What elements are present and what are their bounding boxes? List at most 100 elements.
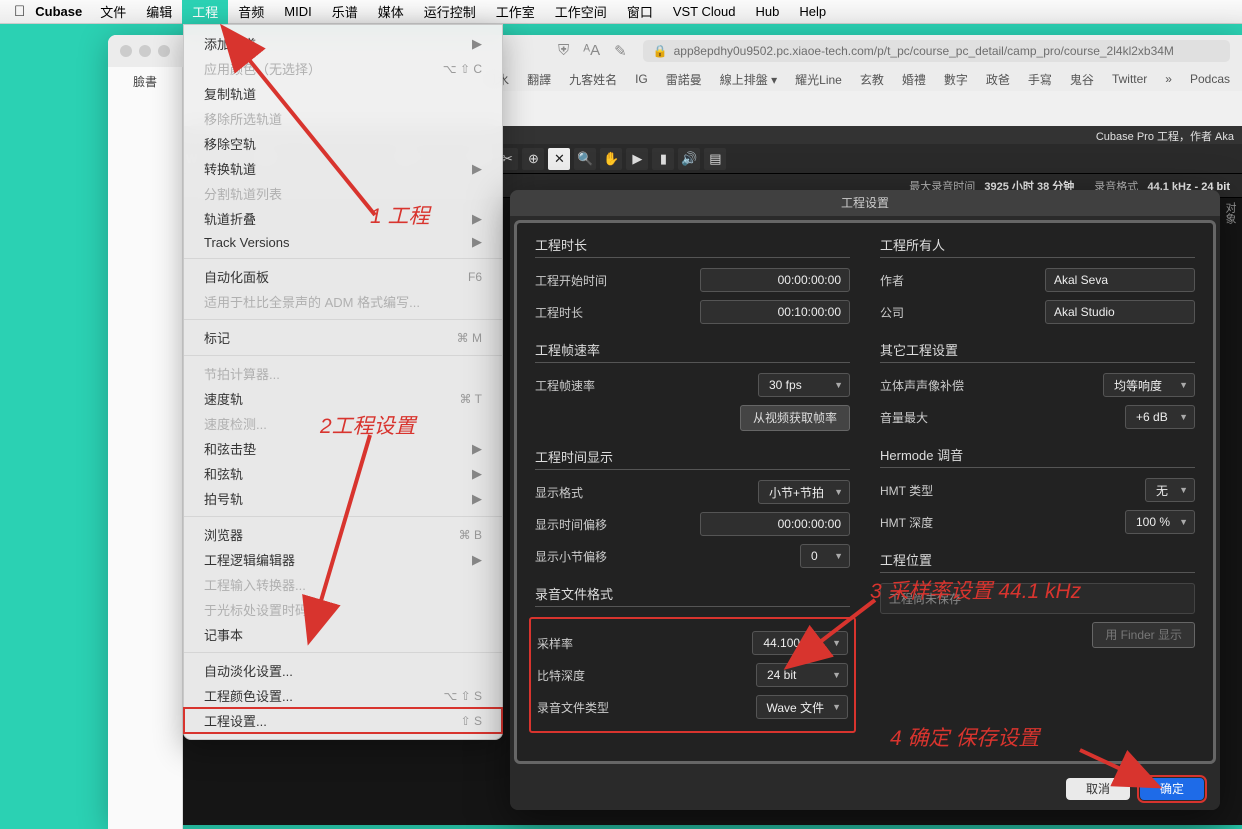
hmt-depth-select[interactable]: 100 %▼ (1125, 510, 1195, 534)
menu-file[interactable]: 文件 (90, 0, 136, 25)
zoom-tool-icon[interactable]: 🔍 (574, 148, 596, 170)
app-name[interactable]: Cubase (35, 4, 82, 19)
annotation-2: 2工程设置 (320, 410, 416, 440)
dialog-footer: 取消 确定 (510, 768, 1220, 810)
cancel-button[interactable]: 取消 (1066, 778, 1130, 800)
menu-item: 工程输入转换器... (184, 572, 502, 597)
menu-transport[interactable]: 运行控制 (414, 0, 486, 25)
url-text: app8epdhy0u9502.pc.xiaoe-tech.com/p/t_pc… (674, 44, 1174, 58)
pan-law-select[interactable]: 均等响度▼ (1103, 373, 1195, 397)
menu-media[interactable]: 媒体 (368, 0, 414, 25)
bookmark-item[interactable]: 數字 (944, 71, 968, 88)
speaker-icon[interactable]: 🔊 (678, 148, 700, 170)
company-input[interactable]: Akal Studio (1045, 300, 1195, 324)
pan-law-label: 立体声声像补偿 (880, 377, 964, 394)
section-other: 其它工程设置 (880, 340, 1195, 363)
hand-tool-icon[interactable]: ✋ (600, 148, 622, 170)
dialog-title: 工程设置 (510, 190, 1220, 216)
menu-edit[interactable]: 编辑 (136, 0, 182, 25)
section-fps: 工程帧速率 (535, 340, 850, 363)
bookmark-item[interactable]: 翻譯 (527, 71, 551, 88)
menu-workspace[interactable]: 工作空间 (545, 0, 617, 25)
menu-item[interactable]: 转换轨道▶ (184, 156, 502, 181)
menu-window[interactable]: 窗口 (617, 0, 663, 25)
menu-item[interactable]: 记事本 (184, 622, 502, 647)
bookmark-item[interactable]: 九客姓名 (569, 71, 617, 88)
menu-project[interactable]: 工程 (182, 0, 228, 25)
menu-item[interactable]: 轨道折叠▶ (184, 206, 502, 231)
fps-select[interactable]: 30 fps▼ (758, 373, 850, 397)
section-recfile: 录音文件格式 (535, 584, 850, 607)
menu-hub[interactable]: Hub (745, 0, 789, 23)
display-fmt-select[interactable]: 小节+节拍▼ (758, 480, 850, 504)
color-tool-icon[interactable]: ▮ (652, 148, 674, 170)
project-menu-dropdown: 添加轨道▶应用颜色（无选择）⌥ ⇧ C复制轨道移除所选轨道移除空轨转换轨道▶分割… (183, 24, 503, 740)
bookmark-item[interactable]: 雷諾曼 (666, 71, 702, 88)
sidebar-bookmark[interactable]: 臉書 (108, 67, 182, 96)
apple-logo-icon:  (14, 3, 25, 20)
annotation-highlight-box: 采样率44.100 kHz▼ 比特深度24 bit▼ 录音文件类型Wave 文件… (529, 617, 856, 733)
bookmark-item[interactable]: IG (635, 72, 648, 86)
menu-item[interactable]: 和弦轨▶ (184, 461, 502, 486)
annotation-3: 3 采样率设置 44.1 kHz (870, 575, 1081, 605)
shield-icon[interactable]: ⛨ (558, 42, 569, 60)
menu-item[interactable]: 速度轨⌘ T (184, 386, 502, 411)
menu-studio[interactable]: 工作室 (486, 0, 545, 25)
glue-tool-icon[interactable]: ⊕ (522, 148, 544, 170)
bar-offset-input[interactable]: 0▼ (800, 544, 850, 568)
menu-item[interactable]: 复制轨道 (184, 81, 502, 106)
section-owner: 工程所有人 (880, 235, 1195, 258)
bookmark-item[interactable]: 線上排盤 ▾ (720, 71, 777, 88)
right-panel-label: 对象 (1218, 198, 1242, 228)
menu-help[interactable]: Help (789, 0, 836, 23)
bookmark-item[interactable]: Podcas (1190, 72, 1230, 86)
file-type-select[interactable]: Wave 文件▼ (756, 695, 849, 719)
play-tool-icon[interactable]: ▶ (626, 148, 648, 170)
address-bar[interactable]: 🔒 app8epdhy0u9502.pc.xiaoe-tech.com/p/t_… (643, 40, 1230, 62)
menu-vstcloud[interactable]: VST Cloud (663, 0, 746, 23)
menu-item[interactable]: 拍号轨▶ (184, 486, 502, 511)
menu-item[interactable]: 工程设置...⇧ S (184, 708, 502, 733)
menu-item[interactable]: 工程颜色设置...⌥ ⇧ S (184, 683, 502, 708)
tool-icon[interactable]: ▤ (704, 148, 726, 170)
bookmark-item[interactable]: 鬼谷 (1070, 71, 1094, 88)
menu-item: 应用颜色（无选择）⌥ ⇧ C (184, 56, 502, 81)
menu-item[interactable]: 浏览器⌘ B (184, 522, 502, 547)
bit-depth-select[interactable]: 24 bit▼ (756, 663, 848, 687)
time-offset-input[interactable]: 00:00:00:00 (700, 512, 850, 536)
fps-label: 工程帧速率 (535, 377, 595, 394)
menu-score[interactable]: 乐谱 (322, 0, 368, 25)
start-time-input[interactable]: 00:00:00:00 (700, 268, 850, 292)
author-input[interactable]: Akal Seva (1045, 268, 1195, 292)
menu-item: 移除所选轨道 (184, 106, 502, 131)
section-timedisplay: 工程时间显示 (535, 447, 850, 470)
menu-midi[interactable]: MIDI (274, 0, 321, 23)
bookmark-item[interactable]: 婚禮 (902, 71, 926, 88)
bookmark-chevron-icon[interactable]: » (1165, 72, 1172, 86)
bookmark-item[interactable]: 手寫 (1028, 71, 1052, 88)
hmt-type-select[interactable]: 无▼ (1145, 478, 1195, 502)
menu-item[interactable]: 自动淡化设置... (184, 658, 502, 683)
get-from-video-button[interactable]: 从视频获取帧率 (740, 405, 850, 431)
bookmark-item[interactable]: 玄教 (860, 71, 884, 88)
bookmark-item[interactable]: Twitter (1112, 72, 1147, 86)
menu-item[interactable]: 自动化面板F6 (184, 264, 502, 289)
ok-button[interactable]: 确定 (1140, 778, 1204, 800)
mute-tool-icon[interactable]: ✕ (548, 148, 570, 170)
menu-audio[interactable]: 音频 (228, 0, 274, 25)
sample-rate-select[interactable]: 44.100 kHz▼ (752, 631, 848, 655)
bookmark-item[interactable]: 政爸 (986, 71, 1010, 88)
menu-item[interactable]: Track Versions▶ (184, 231, 502, 253)
text-size-icon[interactable]: ᴬA (583, 42, 600, 60)
menu-item[interactable]: 移除空轨 (184, 131, 502, 156)
menu-item[interactable]: 标记⌘ M (184, 325, 502, 350)
bookmark-item[interactable]: 耀光Line (795, 71, 842, 88)
menu-item[interactable]: 添加轨道▶ (184, 31, 502, 56)
menu-item[interactable]: 工程逻辑编辑器▶ (184, 547, 502, 572)
author-label: 作者 (880, 272, 904, 289)
length-input[interactable]: 00:10:00:00 (700, 300, 850, 324)
sample-rate-label: 采样率 (537, 635, 573, 652)
max-vol-select[interactable]: +6 dB▼ (1125, 405, 1195, 429)
window-controls[interactable] (120, 45, 170, 57)
evernote-icon[interactable]: ✎ (614, 42, 627, 60)
